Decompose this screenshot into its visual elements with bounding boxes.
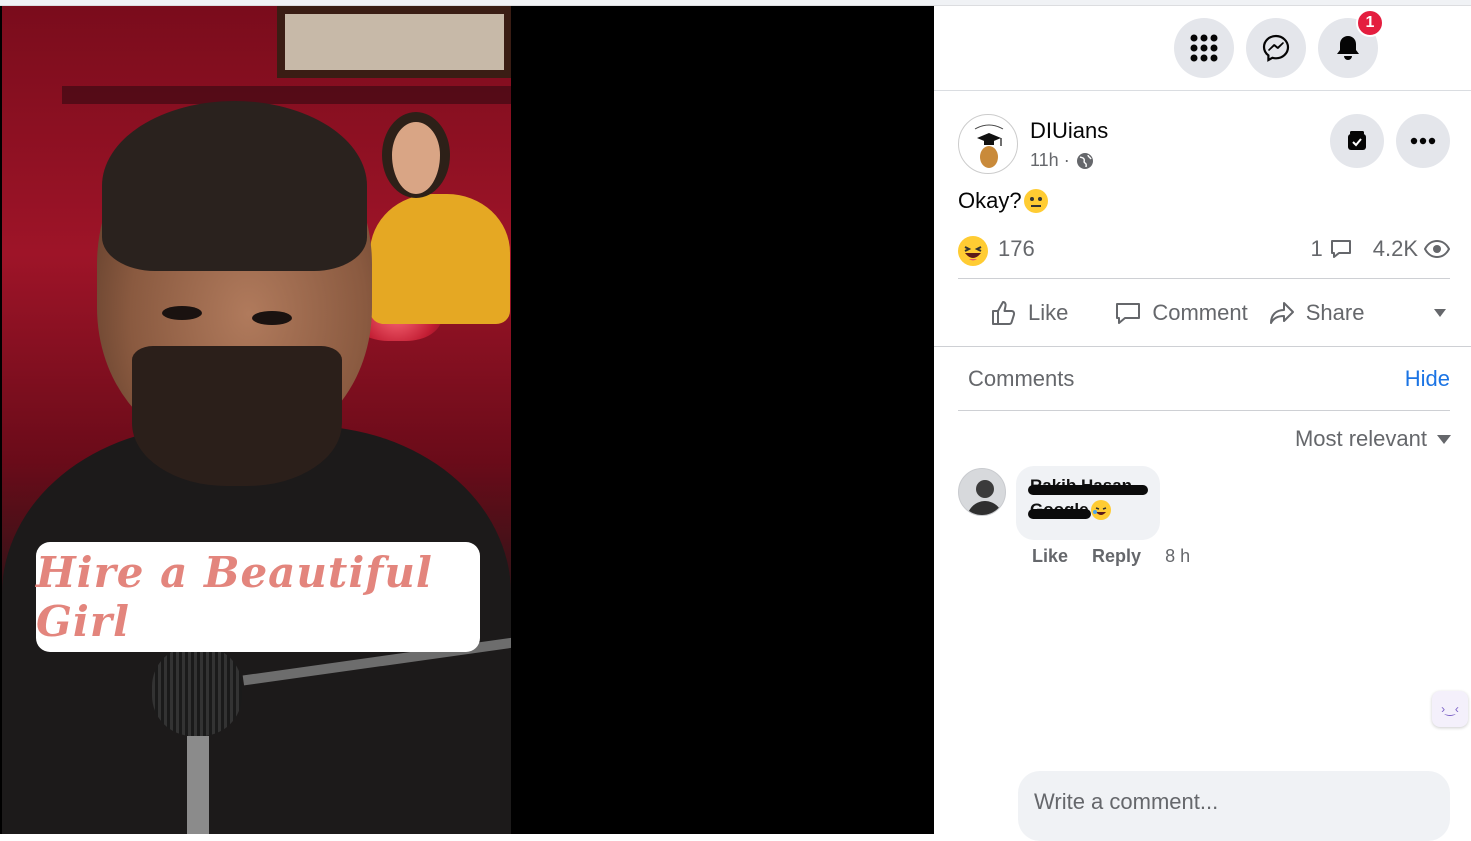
comment-bubble: Rakib Hasan Google	[1016, 466, 1160, 540]
reaction-count[interactable]: 176	[998, 236, 1035, 262]
caption-text: Hire a Beautiful Girl	[36, 548, 433, 646]
messenger-button[interactable]	[1246, 18, 1306, 78]
side-widget-tab[interactable]: ›‿‹	[1432, 691, 1468, 727]
page-logo	[974, 124, 1004, 168]
notification-badge: 1	[1356, 9, 1384, 37]
comment-sort-dropdown[interactable]: Most relevant	[1295, 426, 1451, 452]
inset-photo	[370, 106, 510, 326]
hide-comments-link[interactable]: Hide	[1405, 366, 1450, 392]
save-post-button[interactable]	[1330, 114, 1384, 168]
post-panel: 1 DIUians 11h · Okay? 176 1 4.2K Like Co…	[934, 6, 1471, 841]
comment-actions: Like Reply 8 h	[1032, 546, 1190, 567]
microphone	[152, 646, 242, 834]
comment-like-link[interactable]: Like	[1032, 546, 1068, 567]
post-meta: 11h ·	[1030, 150, 1094, 171]
messenger-icon	[1262, 34, 1290, 62]
divider	[934, 346, 1471, 347]
speaker-hair	[102, 101, 367, 271]
archive-icon	[1348, 131, 1366, 150]
comment-composer[interactable]	[1018, 771, 1450, 841]
thumbs-up-icon	[992, 301, 1016, 325]
neutral-face-icon	[1023, 189, 1048, 213]
wall-picture-frame	[277, 6, 511, 78]
video-frame[interactable]: Hire a Beautiful Girl	[2, 6, 511, 834]
comment-count[interactable]: 1	[1310, 236, 1322, 262]
page-avatar[interactable]	[958, 114, 1018, 174]
post-stats: 176 1 4.2K	[958, 230, 1450, 276]
commenter-avatar[interactable]	[958, 468, 1006, 516]
globe-icon	[1076, 152, 1093, 169]
video-caption-overlay: Hire a Beautiful Girl	[36, 542, 480, 652]
like-button[interactable]: Like	[990, 299, 1068, 327]
more-options-button[interactable]	[1396, 114, 1450, 168]
comment-button[interactable]: Comment	[1114, 299, 1248, 327]
comment-author[interactable]: Rakib Hasan	[1028, 476, 1148, 496]
comment-input[interactable]	[1034, 789, 1434, 815]
share-icon	[1269, 302, 1294, 324]
comment-text: Google	[1028, 500, 1091, 519]
comment-time: 8 h	[1165, 546, 1191, 566]
laughing-tears-icon	[1090, 500, 1111, 520]
menu-button[interactable]	[1174, 18, 1234, 78]
media-viewer[interactable]: Hire a Beautiful Girl	[0, 6, 934, 834]
divider	[958, 278, 1450, 279]
post-actions: Like Comment Share	[958, 282, 1450, 344]
post-body: Okay?	[958, 188, 1048, 214]
more-icon	[1410, 137, 1436, 145]
comment-icon	[1116, 303, 1141, 324]
view-count: 4.2K	[1372, 236, 1418, 261]
chevron-down-icon[interactable]	[1434, 309, 1447, 317]
grid-menu-icon	[1190, 34, 1218, 62]
post-time[interactable]: 11h ·	[1030, 150, 1070, 171]
comments-header: Comments	[968, 366, 1075, 391]
share-button[interactable]: Share	[1268, 299, 1364, 327]
bell-icon	[1337, 36, 1359, 60]
speaker-beard	[132, 346, 342, 486]
wall-shelf	[62, 86, 511, 104]
haha-reaction-icon[interactable]	[958, 236, 988, 266]
chevron-down-icon	[1437, 434, 1451, 444]
divider	[958, 410, 1450, 411]
page-name[interactable]: DIUians	[1030, 118, 1108, 144]
eye-icon	[1424, 239, 1450, 259]
post-text: Okay?	[958, 188, 1022, 213]
comment-bubble-icon	[1330, 240, 1351, 258]
comment-reply-link[interactable]: Reply	[1092, 546, 1141, 567]
top-navigation-bar: 1	[934, 6, 1471, 91]
